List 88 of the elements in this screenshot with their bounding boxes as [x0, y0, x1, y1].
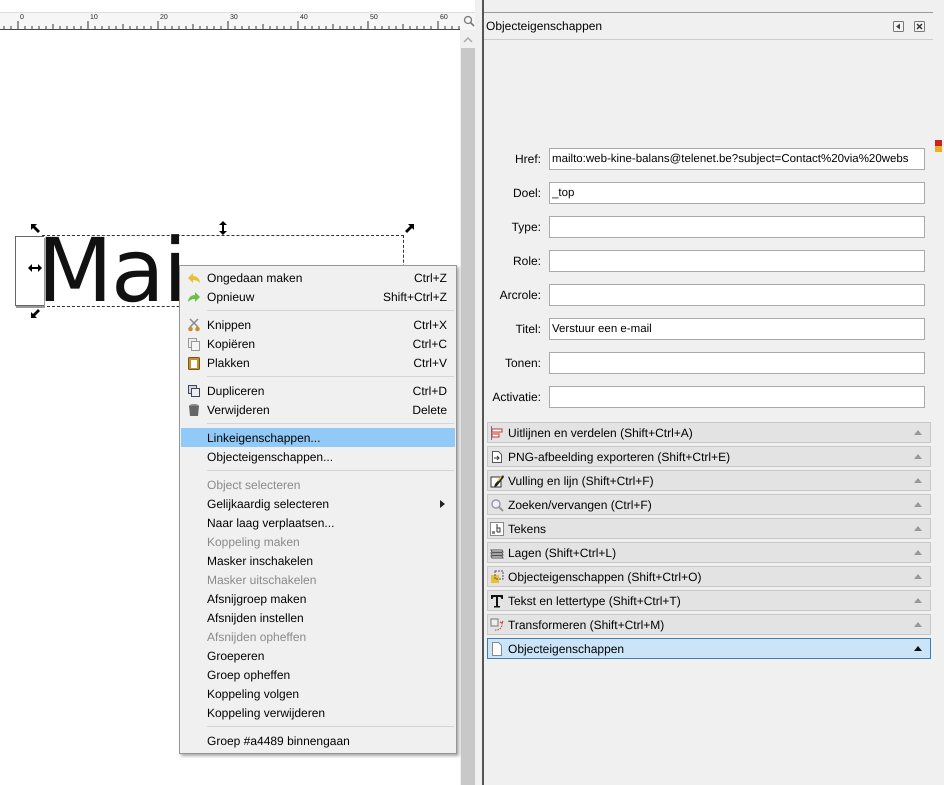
scale-handle-icon[interactable] [30, 307, 42, 319]
zoom-icon[interactable] [463, 15, 475, 27]
menu-item[interactable]: Koppeling volgen [181, 684, 455, 703]
caret-up-icon [914, 478, 922, 483]
dock-header[interactable]: Tekens [487, 518, 931, 539]
menu-item[interactable]: Naar laag verplaatsen... [181, 513, 455, 532]
redo-icon [187, 290, 201, 302]
menu-item[interactable]: Afsnijden instellen [181, 608, 455, 627]
document-arrow-icon [490, 450, 504, 464]
input-field[interactable] [549, 352, 925, 374]
menu-item[interactable]: Plakken Ctrl+V [181, 353, 455, 372]
menu-item[interactable]: Linkeigenschappen... [181, 428, 455, 447]
glyph-icon [490, 522, 504, 536]
menu-item[interactable]: Knippen Ctrl+X [181, 315, 455, 334]
menu-item[interactable]: Dupliceren Ctrl+D [181, 381, 455, 400]
brush-icon [490, 474, 504, 488]
caret-up-icon [914, 526, 922, 531]
input-field[interactable] [549, 386, 925, 408]
shortcut-label: Ctrl+V [413, 356, 447, 370]
caret-up-icon [914, 502, 922, 507]
menu-item[interactable]: Verwijderen Delete [181, 400, 455, 419]
menu-item[interactable]: Objecteigenschappen... [181, 447, 455, 466]
caret-up-icon [914, 550, 922, 555]
align-icon [490, 426, 504, 440]
stretch-handle-icon[interactable] [219, 221, 227, 235]
input-field[interactable] [549, 284, 925, 306]
dock-header[interactable]: PNG-afbeelding exporteren (Shift+Ctrl+E) [487, 446, 931, 467]
palette-icon[interactable] [934, 140, 942, 152]
input-field[interactable] [549, 216, 925, 238]
field-label: Tonen: [504, 356, 541, 370]
shortcut-label: Delete [412, 402, 447, 416]
scale-handle-icon[interactable] [403, 223, 415, 235]
scissors-icon [187, 318, 201, 332]
menu-item[interactable]: Groeperen [181, 646, 455, 665]
caret-up-icon [914, 622, 922, 627]
field-label: Href: [514, 152, 541, 166]
caret-up-icon [914, 430, 922, 435]
caret-up-icon [914, 454, 922, 459]
input-field[interactable]: _top [549, 182, 925, 204]
menu-item[interactable]: Groep #a4489 binnengaan [181, 731, 455, 750]
trash-icon [187, 402, 201, 416]
menu-item[interactable]: Masker inschakelen [181, 551, 455, 570]
search-icon [490, 498, 504, 512]
shortcut-label: Shift+Ctrl+Z [382, 290, 447, 304]
menu-item[interactable]: Groep opheffen [181, 665, 455, 684]
text-tool-icon [490, 594, 504, 608]
field-label: Arcrole: [498, 288, 541, 302]
shortcut-label: Ctrl+D [412, 384, 447, 398]
dock-header[interactable]: Objecteigenschappen (Shift+Ctrl+O) [487, 566, 931, 587]
input-field[interactable] [549, 250, 925, 272]
collapse-panel-icon[interactable] [893, 20, 904, 32]
dock-header[interactable]: Lagen (Shift+Ctrl+L) [487, 542, 931, 563]
shortcut-label: Ctrl+Z [414, 270, 447, 284]
dock-header[interactable]: Uitlijnen en verdelen (Shift+Ctrl+A) [487, 422, 931, 443]
object-properties-icon [490, 570, 504, 584]
field-label: Doel: [512, 186, 541, 200]
dock-header[interactable]: Zoeken/vervangen (Ctrl+F) [487, 494, 931, 515]
dock-header[interactable]: Tekst en lettertype (Shift+Ctrl+T) [487, 590, 931, 611]
menu-item[interactable]: Koppeling verwijderen [181, 703, 455, 722]
field-label: Role: [512, 254, 541, 268]
dock-header[interactable]: Transformeren (Shift+Ctrl+M) [487, 614, 931, 635]
menu-item[interactable]: Gelijkaardig selecteren [181, 494, 455, 513]
copy-icon [187, 336, 201, 350]
dock-header[interactable]: Vulling en lijn (Shift+Ctrl+F) [487, 470, 931, 491]
close-icon[interactable] [914, 20, 925, 32]
duplicate-icon [187, 384, 201, 398]
clipboard-icon [187, 356, 201, 370]
stretch-handle-icon[interactable] [28, 264, 42, 272]
transform-icon [490, 618, 504, 632]
field-label: Type: [510, 220, 541, 234]
field-label: Titel: [514, 322, 541, 336]
scale-handle-icon[interactable] [30, 223, 42, 235]
text-background-rect [15, 236, 44, 306]
caret-up-icon [914, 574, 922, 579]
shortcut-label: Ctrl+C [412, 336, 447, 350]
undo-icon [187, 272, 201, 284]
panel-title: Objecteigenschappen [486, 19, 604, 33]
page-icon [490, 642, 504, 656]
input-field[interactable]: mailto:web-kine-balans@telenet.be?subject=Contact%20via%20webs [549, 148, 925, 170]
shortcut-label: Ctrl+X [413, 318, 447, 332]
submenu-arrow-icon [440, 500, 445, 508]
caret-up-icon [914, 646, 922, 651]
menu-item[interactable]: Afsnijgroep maken [181, 589, 455, 608]
dock-header[interactable]: Objecteigenschappen [487, 638, 931, 659]
menu-item[interactable]: Kopiëren Ctrl+C [181, 334, 455, 353]
field-label: Activatie: [491, 390, 541, 404]
caret-up-icon [914, 598, 922, 603]
input-field[interactable]: Verstuur een e-mail [549, 318, 925, 340]
